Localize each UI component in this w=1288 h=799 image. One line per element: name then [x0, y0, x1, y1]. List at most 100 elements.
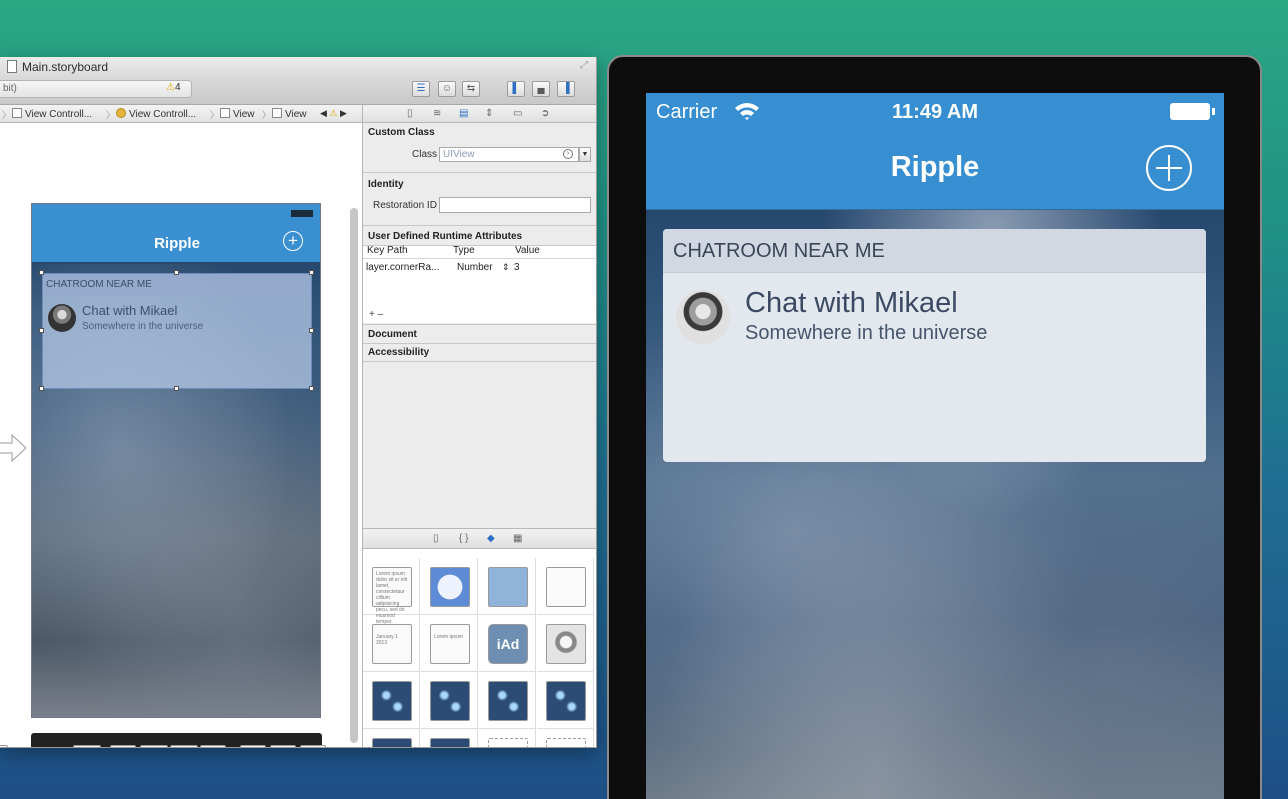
selected-view[interactable]: CHATROOM NEAR ME Chat with Mikael Somewh…	[42, 273, 312, 389]
jumpbar-item[interactable]: View Controll...	[116, 108, 196, 120]
resizing-behavior-button[interactable]: ⊡	[200, 745, 226, 747]
date-picker-icon: January 1 2013	[372, 624, 412, 664]
object-library-icon[interactable]: ◆	[487, 533, 495, 544]
resize-handle[interactable]	[174, 386, 179, 391]
xcode-window: Main.storyboard ⤢ bit) ⚠4 ☰ ☺ ⇆ ▌ ▄ ▐ 〉 …	[0, 57, 597, 748]
chat-subtitle: Somewhere in the universe	[745, 322, 988, 344]
library-item-swipe-gesture[interactable]	[537, 672, 594, 729]
code-snippet-icon[interactable]: { }	[459, 533, 468, 544]
pin-button[interactable]: ⊢⊣	[140, 745, 168, 747]
library-item-view[interactable]	[537, 558, 594, 615]
zoom-in-button[interactable]: ⊕	[300, 745, 326, 747]
vertical-scrollbar[interactable]	[350, 208, 358, 743]
chatroom-card[interactable]: CHATROOM NEAR ME Chat with Mikael Somewh…	[663, 229, 1206, 462]
media-library-icon[interactable]: ▦	[513, 533, 522, 544]
runtime-attributes-table[interactable]	[363, 245, 596, 323]
resize-handle[interactable]	[39, 328, 44, 333]
jumpbar-issue-nav[interactable]: ◀ ⚠ ▶	[320, 108, 347, 119]
jumpbar-item[interactable]: View	[220, 108, 255, 120]
canvas-chat-subtitle: Somewhere in the universe	[82, 321, 204, 332]
resize-handle[interactable]	[309, 386, 314, 391]
nav-bar: Carrier 11:49 AM Ripple	[646, 93, 1224, 210]
library-item-pinch-gesture[interactable]	[421, 672, 478, 729]
storyboard-canvas[interactable]: Ripple + CHATROOM NEAR ME Chat with Mika…	[0, 123, 362, 747]
class-go-icon[interactable]: ›	[563, 149, 573, 159]
chat-title[interactable]: Chat with Mikael	[745, 287, 958, 320]
library-item-web-view[interactable]	[421, 558, 478, 615]
restoration-id-label: Restoration ID	[373, 200, 437, 211]
debug-area-toggle-button[interactable]: ▄	[532, 81, 550, 97]
resize-handle[interactable]	[39, 386, 44, 391]
rotation-gesture-icon	[488, 681, 528, 721]
zoom-reset-button[interactable]: =	[270, 745, 296, 747]
library-item-rotation-gesture[interactable]	[479, 672, 536, 729]
library-item-text-view[interactable]: Lorem ipsum dolor sit er elit lamet, con…	[363, 558, 420, 637]
library-item-date-picker[interactable]: January 1 2013	[363, 615, 420, 672]
fullscreen-icon[interactable]: ⤢	[580, 60, 588, 71]
class-dropdown-button[interactable]: ▼	[579, 147, 591, 162]
restoration-id-field[interactable]	[439, 197, 591, 213]
library-item-picker-view[interactable]: Lorem ipsum	[421, 615, 478, 672]
simulated-size-button[interactable]: ▯	[73, 745, 101, 747]
avatar	[48, 304, 76, 332]
window-title: Main.storyboard	[22, 60, 109, 74]
identity-inspector: ▯ ≋ ▤ ⇕ ▭ ➲ Custom Class Class UIView › …	[362, 105, 596, 747]
activity-status: bit)	[0, 80, 192, 98]
zoom-out-canvas-button[interactable]: ◂	[0, 745, 8, 747]
warning-badge[interactable]: ⚠4	[166, 82, 181, 93]
class-field[interactable]: UIView	[439, 147, 579, 162]
align-button[interactable]: ⊫	[110, 745, 136, 747]
navigator-toggle-button[interactable]: ▌	[507, 81, 525, 97]
avatar	[676, 290, 730, 344]
custom-class-heading: Custom Class	[368, 127, 435, 138]
size-inspector-icon[interactable]: ▭	[513, 108, 522, 119]
resize-handle[interactable]	[39, 270, 44, 275]
version-editor-button[interactable]: ⇆	[462, 81, 480, 97]
warning-icon: ⚠	[329, 108, 338, 118]
standard-editor-button[interactable]: ☰	[412, 81, 430, 97]
quick-help-icon[interactable]: ≋	[433, 108, 441, 119]
library-item-object[interactable]	[537, 729, 594, 747]
resize-handle[interactable]	[174, 270, 179, 275]
library-item-tap-gesture[interactable]	[363, 672, 420, 729]
accessibility-heading[interactable]: Accessibility	[368, 347, 429, 358]
library-item-map-view[interactable]	[479, 558, 536, 615]
library-item-ad-banner[interactable]: iAd	[479, 615, 536, 672]
safari-icon	[430, 567, 470, 607]
column-header-value[interactable]: Value	[515, 245, 540, 256]
resize-handle[interactable]	[309, 270, 314, 275]
add-icon[interactable]	[1146, 145, 1192, 191]
zoom-out-button[interactable]: ⊖	[240, 745, 266, 747]
library-item-long-press-gesture[interactable]	[421, 729, 478, 747]
custom-gesture-icon	[488, 738, 528, 747]
canvas-scene[interactable]: Ripple + CHATROOM NEAR ME Chat with Mika…	[31, 203, 321, 718]
attributes-inspector-icon[interactable]: ⇕	[485, 108, 493, 119]
identity-inspector-icon[interactable]: ▤	[459, 108, 468, 119]
attr-key-path[interactable]: layer.cornerRa...	[366, 262, 439, 273]
jumpbar-item[interactable]: View Controll...	[12, 108, 92, 120]
file-inspector-icon[interactable]: ▯	[407, 108, 413, 119]
resize-handle[interactable]	[309, 328, 314, 333]
column-header-type[interactable]: Type	[453, 245, 475, 256]
connections-inspector-icon[interactable]: ➲	[541, 108, 549, 119]
utilities-toggle-button[interactable]: ▐	[557, 81, 575, 97]
type-stepper-icon[interactable]: ⇕	[502, 262, 510, 273]
column-header-key-path[interactable]: Key Path	[367, 245, 408, 256]
iad-icon: iAd	[488, 624, 528, 664]
title-bar: Main.storyboard ⤢	[0, 57, 596, 79]
canvas-chat-title: Chat with Mikael	[82, 303, 178, 318]
document-heading[interactable]: Document	[368, 329, 417, 340]
attr-type[interactable]: Number	[457, 262, 493, 273]
library-item-glkit-view[interactable]	[537, 615, 594, 672]
library-item-custom-gesture[interactable]	[479, 729, 536, 747]
canvas-nav-bar[interactable]: Ripple +	[32, 204, 320, 262]
jumpbar-item[interactable]: View	[272, 108, 307, 120]
file-template-icon[interactable]: ▯	[433, 533, 439, 544]
add-remove-attribute-buttons[interactable]: + –	[369, 309, 383, 320]
resolve-layout-button[interactable]: ⊢⊙	[170, 745, 198, 747]
attr-value[interactable]: 3	[514, 262, 520, 273]
add-icon[interactable]: +	[283, 231, 303, 251]
assistant-editor-button[interactable]: ☺	[438, 81, 456, 97]
library-item-pan-gesture[interactable]	[363, 729, 420, 747]
jump-bar: 〉 View Controll... 〉 View Controll... 〉 …	[0, 105, 362, 123]
